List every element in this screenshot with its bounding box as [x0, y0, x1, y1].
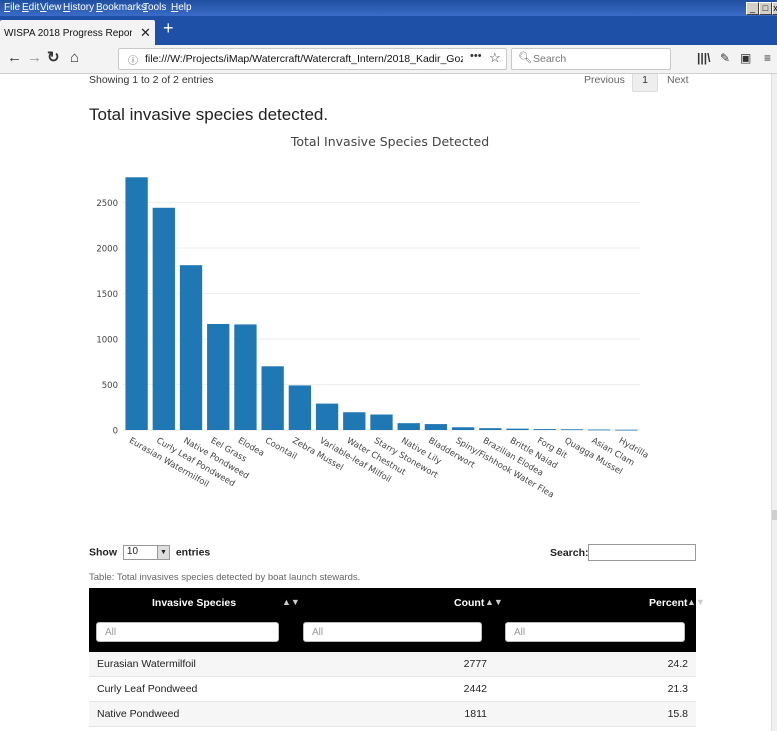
filter-species-input[interactable]: All [96, 622, 279, 642]
bar [560, 429, 584, 431]
dropdown-arrow-icon[interactable]: ▼ [156, 546, 169, 559]
cell-percent: 21.3 [667, 683, 688, 695]
table-header: Invasive Species ▲▼ Count ▲▼ Percent ▲▼ … [89, 588, 705, 652]
filter-percent-input[interactable]: All [505, 622, 685, 642]
cell-count: 1811 [464, 708, 487, 720]
table-search-label: Search: [550, 547, 589, 559]
menu-edit[interactable]: Edit [22, 2, 39, 13]
scrollbar-thumb[interactable] [772, 510, 777, 520]
reload-icon[interactable]: ↻ [47, 50, 60, 66]
bar [179, 265, 203, 430]
pagination-previous[interactable]: Previous [584, 74, 625, 86]
y-tick-label: 2500 [96, 199, 118, 209]
bar [424, 424, 448, 430]
bar [261, 366, 284, 430]
bar [288, 385, 312, 430]
cell-count: 2777 [463, 658, 487, 670]
tab-bar: WISPA 2018 Progress Report - New ✕ + [0, 16, 777, 45]
table-row[interactable]: Eurasian Watermilfoil 2777 24.2 [89, 652, 696, 677]
bar [315, 403, 339, 430]
y-tick-label: 1500 [96, 290, 118, 300]
cell-species: Eurasian Watermilfoil [97, 658, 196, 670]
bar [479, 428, 502, 430]
bar [125, 177, 148, 430]
bar [588, 429, 611, 431]
header-species[interactable]: Invasive Species [152, 597, 236, 609]
search-icon: 🔍︎ [518, 52, 532, 64]
bar [397, 423, 420, 430]
section-title: Total invasive species detected. [89, 105, 329, 124]
entries-select[interactable]: 10 ▼ [122, 545, 170, 560]
info-icon[interactable]: ⓘ [128, 52, 138, 67]
bar [533, 429, 556, 430]
bar [451, 427, 475, 430]
menu-bar: File Edit View History Bookmarks Tools H… [0, 0, 777, 16]
home-icon[interactable]: ⌂ [70, 50, 79, 66]
bar [615, 429, 638, 431]
search-placeholder: Search [533, 53, 567, 65]
browser-tab[interactable]: WISPA 2018 Progress Report - New ✕ [0, 20, 155, 45]
sort-species-icon[interactable]: ▲▼ [282, 597, 300, 607]
table-row[interactable]: Curly Leaf Pondweed 2442 21.3 [89, 677, 696, 702]
page-actions-icon[interactable]: ••• [470, 50, 482, 62]
header-percent[interactable]: Percent [649, 597, 688, 609]
header-count[interactable]: Count [454, 597, 484, 609]
navigation-bar: ← → ↻ ⌂ ⓘ file:///W:/Projects/iMap/Water… [0, 45, 777, 74]
url-text: file:///W:/Projects/iMap/Watercraft/Wate… [145, 53, 463, 65]
show-label: Show [89, 546, 117, 559]
hamburger-menu-icon[interactable]: ≡ [764, 51, 771, 65]
search-field[interactable]: 🔍︎ Search [511, 48, 671, 70]
menu-history[interactable]: History [63, 2, 94, 13]
table-info-text: Showing 1 to 2 of 2 entries [89, 74, 214, 86]
page-scrollbar[interactable] [771, 74, 777, 731]
forward-icon[interactable]: → [27, 50, 42, 66]
minimize-button[interactable]: _ [746, 2, 759, 15]
table-caption: Table: Total invasives species detected … [89, 572, 361, 583]
bar [343, 412, 366, 430]
menu-bookmarks[interactable]: Bookmarks [96, 2, 146, 13]
filter-count-input[interactable]: All [303, 622, 482, 642]
cell-percent: 15.8 [667, 708, 688, 720]
tab-title: WISPA 2018 Progress Report - New [4, 28, 132, 39]
sidebar-icon[interactable]: ▣ [740, 51, 751, 65]
bar [234, 324, 257, 430]
entries-label: entries [175, 546, 211, 559]
menu-help[interactable]: Help [171, 2, 192, 13]
entries-select-value: 10 [126, 546, 139, 557]
bookmark-star-icon[interactable]: ☆ [489, 50, 501, 66]
entries-length-control: Show 10 ▼ entries [89, 545, 210, 560]
sort-percent-icon[interactable]: ▲▼ [687, 597, 705, 607]
address-bar[interactable]: ⓘ file:///W:/Projects/iMap/Watercraft/Wa… [118, 48, 507, 70]
eyedropper-icon[interactable]: ✎ [720, 51, 730, 65]
bar-chart: Total Invasive Species Detected 0 500 1000 1… [96, 134, 650, 501]
menu-view[interactable]: View [40, 2, 62, 13]
tab-close-icon[interactable]: ✕ [140, 25, 151, 41]
cell-count: 2442 [463, 683, 487, 695]
bar [152, 207, 175, 430]
library-icon[interactable]: |||\ [697, 51, 710, 65]
new-tab-icon[interactable]: + [163, 18, 174, 39]
cell-percent: 24.2 [667, 658, 688, 670]
chart-title: Total Invasive Species Detected [290, 134, 489, 149]
menu-file[interactable]: File [4, 2, 20, 13]
page-content: Showing 1 to 2 of 2 entries Previous 1 N… [0, 74, 771, 731]
maximize-button[interactable]: □ [759, 2, 772, 15]
back-icon[interactable]: ← [7, 50, 22, 66]
y-tick-label: 0 [113, 427, 118, 437]
cell-species: Curly Leaf Pondweed [97, 683, 198, 695]
y-tick-label: 1000 [96, 336, 118, 346]
pagination-current-page[interactable]: 1 [632, 74, 658, 92]
cell-species: Native Pondweed [97, 708, 180, 720]
y-tick-label: 2000 [96, 245, 118, 255]
menu-tools[interactable]: Tools [143, 2, 166, 13]
bar [370, 414, 393, 430]
sort-count-icon[interactable]: ▲▼ [485, 597, 503, 607]
bar [506, 428, 529, 430]
bar [207, 323, 230, 430]
pagination-next[interactable]: Next [667, 74, 689, 86]
close-window-button[interactable]: x [772, 2, 777, 15]
table-search-input[interactable] [588, 544, 696, 561]
y-tick-label: 500 [102, 381, 118, 391]
table-row[interactable]: Native Pondweed 1811 15.8 [89, 702, 696, 727]
